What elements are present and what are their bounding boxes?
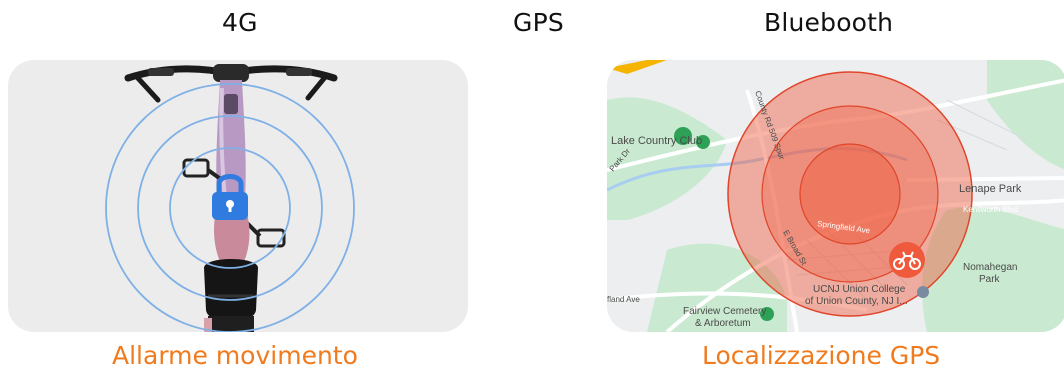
- caption-gps-location: Localizzazione GPS: [702, 341, 941, 370]
- map-label-fairview-1: Fairview Cemetery: [683, 306, 766, 317]
- gps-map-panel: Lake Country Club Park Dr County Rd 509 …: [607, 60, 1064, 332]
- motion-alarm-panel: [8, 60, 468, 332]
- bike-illustration: [105, 64, 355, 332]
- heading-gps: GPS: [513, 8, 564, 37]
- college-marker-icon: [917, 286, 929, 298]
- map-label-land-ave: fland Ave: [607, 295, 640, 304]
- map-label-nomahegan-2: Park: [979, 274, 1001, 285]
- map-label-lake-country-club: Lake Country Club: [611, 135, 702, 147]
- heading-4g: 4G: [222, 8, 258, 37]
- map-label-kenilworth-blvd: Kenilworth Blvd: [963, 205, 1018, 214]
- heading-bluetooth: Bluebooth: [764, 8, 894, 37]
- map-illustration: Lake Country Club Park Dr County Rd 509 …: [607, 60, 1064, 332]
- map-label-fairview-2: & Arboretum: [695, 318, 751, 329]
- bike-location-pin-icon: [889, 242, 925, 278]
- caption-motion-alarm: Allarme movimento: [112, 341, 358, 370]
- map-label-ucnj-2: of Union County, NJ I...: [805, 296, 908, 307]
- map-label-lenape-park: Lenape Park: [959, 183, 1022, 195]
- map-label-ucnj-1: UCNJ Union College: [813, 284, 906, 295]
- map-label-nomahegan-1: Nomahegan: [963, 262, 1017, 273]
